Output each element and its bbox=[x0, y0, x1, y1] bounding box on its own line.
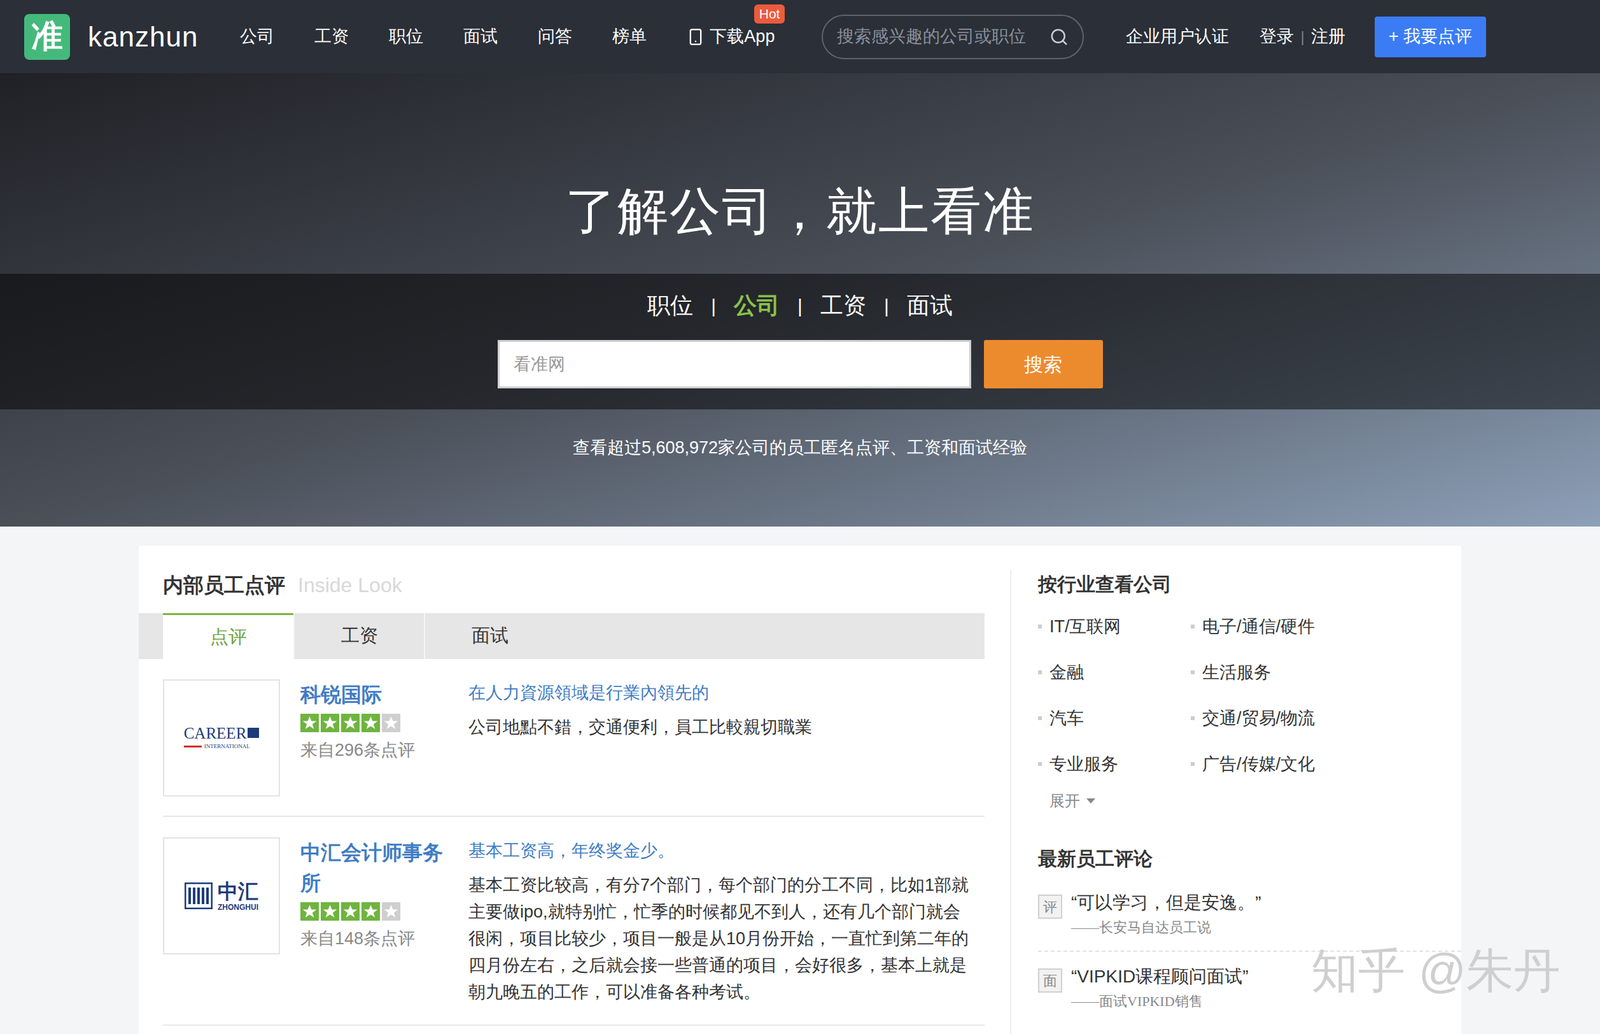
login-link[interactable]: 登录 bbox=[1259, 23, 1294, 50]
inside-tab[interactable]: 工资 bbox=[293, 612, 424, 659]
company-logo[interactable]: CAREERINTERNATIONAL bbox=[183, 724, 260, 751]
logo-text[interactable]: kanzhun bbox=[87, 15, 198, 58]
review-content: 在人力資源領域是行業內領先的公司地點不錯，交通便利，員工比較親切職業 bbox=[468, 679, 985, 797]
latest-attribution: ——长安马自达员工说 bbox=[1071, 915, 1262, 939]
hero-search-band: 职位 | 公司 | 工资 | 面试看准网搜索 bbox=[0, 273, 1600, 410]
rating-stars bbox=[300, 901, 451, 921]
hero-search-input[interactable]: 看准网 bbox=[497, 339, 972, 389]
inside-look: 内部员工点评Inside Look点评工资面试CAREERINTERNATION… bbox=[138, 545, 985, 1034]
page: 准kanzhun公司工资职位面试问答榜单下载AppHot搜索感兴趣的公司或职位企… bbox=[0, 0, 1600, 1034]
company-info: 科锐国际来自296条点评 bbox=[300, 679, 451, 797]
review-list: CAREERINTERNATIONAL科锐国际来自296条点评在人力資源領域是行… bbox=[138, 658, 985, 1026]
hero-tabs: 职位 | 公司 | 工资 | 面试 bbox=[647, 291, 953, 320]
logo-box[interactable]: CAREERINTERNATIONAL bbox=[162, 679, 281, 797]
industry-item[interactable]: 汽车 bbox=[1038, 694, 1191, 741]
hero-tab[interactable]: 面试 bbox=[906, 288, 953, 323]
hero-tab[interactable]: 公司 bbox=[733, 288, 780, 323]
review-item: 中汇ZHONGHUI中汇会计师事务所来自148条点评基本工资高，年终奖金少。基本… bbox=[162, 816, 985, 1026]
company-logo[interactable]: 中汇ZHONGHUI bbox=[184, 880, 259, 911]
download-app[interactable]: 下载AppHot bbox=[686, 23, 775, 50]
star-icon bbox=[381, 713, 401, 732]
star-icon bbox=[341, 713, 360, 732]
latest-quote: “可以学习，但是安逸。” bbox=[1071, 889, 1262, 916]
review-item: CAREERINTERNATIONAL科锐国际来自296条点评在人力資源領域是行… bbox=[162, 658, 985, 817]
hero-search-button[interactable]: 搜索 bbox=[983, 339, 1103, 389]
tab-divider: | bbox=[797, 291, 803, 321]
expand-toggle[interactable]: 展开 bbox=[1049, 789, 1462, 813]
industry-item[interactable]: 专业服务 bbox=[1038, 740, 1191, 787]
latest-title: 最新员工评论 bbox=[1038, 843, 1462, 873]
star-icon bbox=[320, 713, 340, 732]
review-body: 基本工资比较高，有分7个部门，每个部门的分工不同，比如1部就主要做ipo,就特别… bbox=[468, 871, 976, 1005]
industry-item[interactable]: 广告/传媒/文化 bbox=[1190, 740, 1369, 787]
star-icon bbox=[361, 713, 380, 732]
inside-tab[interactable]: 面试 bbox=[423, 612, 555, 659]
hero-stats: 查看超过5,608,972家公司的员工匿名点评、工资和面试经验 bbox=[572, 434, 1028, 461]
content-panel: 内部员工点评Inside Look点评工资面试CAREERINTERNATION… bbox=[138, 545, 1462, 1034]
register-link[interactable]: 注册 bbox=[1311, 23, 1346, 50]
industry-grid: IT/互联网电子/通信/硬件金融生活服务汽车交通/贸易/物流专业服务广告/传媒/… bbox=[1038, 603, 1462, 787]
watermark: 知乎 @朱丹 bbox=[1311, 934, 1561, 1006]
bars-logo-icon bbox=[184, 882, 213, 909]
section-subtitle: Inside Look bbox=[297, 569, 403, 601]
industry-item[interactable]: 金融 bbox=[1038, 649, 1191, 695]
phone-icon bbox=[686, 28, 705, 46]
nav-item[interactable]: 公司 bbox=[239, 23, 275, 50]
nav-menu: 公司 工资 职位 面试 问答 榜单 下载AppHot bbox=[239, 23, 775, 50]
nav-item[interactable]: 面试 bbox=[463, 23, 498, 50]
tab-divider: | bbox=[884, 291, 890, 321]
enterprise-link[interactable]: 企业用户认证 bbox=[1125, 23, 1229, 50]
latest-attribution: ——面试VIPKID销售 bbox=[1071, 989, 1249, 1013]
review-content: 基本工资高，年终奖金少。基本工资比较高，有分7个部门，每个部门的分工不同，比如1… bbox=[468, 836, 985, 1005]
logo-box[interactable]: 中汇ZHONGHUI bbox=[162, 836, 281, 955]
rating-stars bbox=[300, 713, 451, 732]
hero-tab[interactable]: 职位 bbox=[647, 288, 694, 323]
tab-divider: | bbox=[710, 291, 716, 321]
nav-item[interactable]: 榜单 bbox=[612, 23, 647, 50]
review-title[interactable]: 基本工资高，年终奖金少。 bbox=[468, 836, 976, 864]
star-icon bbox=[300, 713, 319, 732]
hero-headline: 了解公司，就上看准 bbox=[565, 180, 1035, 242]
review-title[interactable]: 在人力資源領域是行業內領先的 bbox=[468, 679, 976, 706]
industry-item[interactable]: 电子/通信/硬件 bbox=[1190, 603, 1369, 650]
star-icon bbox=[341, 901, 360, 921]
caret-icon bbox=[1086, 798, 1096, 804]
company-info: 中汇会计师事务所来自148条点评 bbox=[300, 836, 451, 1005]
company-name[interactable]: 科锐国际 bbox=[300, 679, 451, 710]
company-name[interactable]: 中汇会计师事务所 bbox=[300, 836, 451, 899]
hero-tab[interactable]: 工资 bbox=[820, 288, 867, 323]
nav-item[interactable]: 职位 bbox=[388, 23, 424, 50]
industry-title: 按行业查看公司 bbox=[1038, 569, 1462, 599]
nav-search[interactable]: 搜索感兴趣的公司或职位 bbox=[821, 14, 1084, 60]
star-icon bbox=[381, 901, 401, 921]
industry-item[interactable]: 生活服务 bbox=[1190, 649, 1369, 695]
top-nav: 准 kanzhun 公司 工资 职位 面试 问答 榜单 下载AppHot 搜索感兴趣的公司或职位 企… bbox=[0, 0, 1600, 74]
industry-item[interactable]: 交通/贸易/物流 bbox=[1190, 694, 1369, 741]
inside-tab[interactable]: 点评 bbox=[162, 612, 294, 659]
review-button[interactable]: + 我要点评 bbox=[1374, 16, 1487, 58]
review-body: 公司地點不錯，交通便利，員工比較親切職業 bbox=[468, 713, 976, 741]
review-count: 来自296条点评 bbox=[300, 736, 451, 764]
nav-divider: | bbox=[1300, 25, 1305, 49]
hot-badge: Hot bbox=[754, 4, 786, 24]
latest-item[interactable]: 评 “可以学习，但是安逸。”——长安马自达员工说 bbox=[1038, 889, 1462, 952]
badge-icon: 评 bbox=[1038, 894, 1063, 919]
industry-item[interactable]: IT/互联网 bbox=[1038, 603, 1191, 650]
star-icon bbox=[361, 901, 380, 921]
latest-quote: “VIPKID课程顾问面试” bbox=[1071, 962, 1249, 990]
section-title: 内部员工点评 bbox=[162, 569, 286, 601]
review-count: 来自148条点评 bbox=[300, 925, 451, 952]
search-icon bbox=[1049, 27, 1069, 47]
star-icon bbox=[320, 901, 340, 921]
badge-icon: 面 bbox=[1038, 968, 1063, 993]
nav-item[interactable]: 问答 bbox=[537, 23, 573, 50]
nav-item[interactable]: 工资 bbox=[314, 23, 349, 50]
logo-mark[interactable]: 准 bbox=[24, 14, 71, 60]
inside-tabs: 点评工资面试 bbox=[138, 612, 985, 659]
star-icon bbox=[300, 901, 319, 921]
hero: 了解公司，就上看准职位 | 公司 | 工资 | 面试看准网搜索查看超过5,608,972家公… bbox=[0, 73, 1600, 527]
